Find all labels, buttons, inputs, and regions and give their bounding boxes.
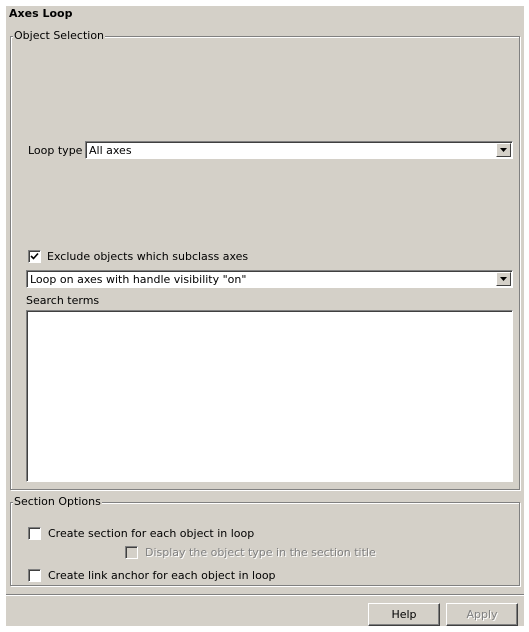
- handle-visibility-value: Loop on axes with handle visibility "on": [30, 273, 247, 286]
- checkmark-icon: [30, 252, 39, 260]
- create-section-label: Create section for each object in loop: [48, 527, 255, 540]
- chevron-down-icon[interactable]: [496, 143, 511, 157]
- help-button-label: Help: [391, 608, 417, 621]
- exclude-subclass-checkbox[interactable]: [28, 250, 41, 263]
- loop-type-label: Loop type: [28, 144, 83, 157]
- axes-loop-panel: Axes Loop Object Selection Loop type All…: [6, 6, 524, 626]
- bottom-separator: [6, 594, 524, 596]
- display-type-checkbox[interactable]: [125, 546, 138, 559]
- handle-visibility-dropdown[interactable]: Loop on axes with handle visibility "on": [26, 270, 513, 288]
- object-selection-label: Object Selection: [13, 29, 106, 42]
- search-terms-label: Search terms: [26, 294, 100, 307]
- section-options-label: Section Options: [13, 495, 102, 508]
- create-anchor-checkbox[interactable]: [28, 569, 41, 582]
- chevron-down-icon[interactable]: [496, 272, 511, 286]
- loop-type-dropdown[interactable]: All axes: [85, 141, 513, 159]
- apply-button-label: Apply: [466, 608, 498, 621]
- create-anchor-label: Create link anchor for each object in lo…: [48, 569, 276, 582]
- help-button[interactable]: Help: [368, 603, 440, 626]
- exclude-subclass-label: Exclude objects which subclass axes: [47, 250, 249, 263]
- search-terms-field[interactable]: [26, 310, 513, 482]
- apply-button[interactable]: Apply: [446, 603, 518, 626]
- panel-title: Axes Loop: [9, 7, 73, 20]
- create-section-checkbox[interactable]: [28, 527, 41, 540]
- loop-type-value: All axes: [89, 144, 132, 157]
- display-type-label: Display the object type in the section t…: [145, 546, 376, 559]
